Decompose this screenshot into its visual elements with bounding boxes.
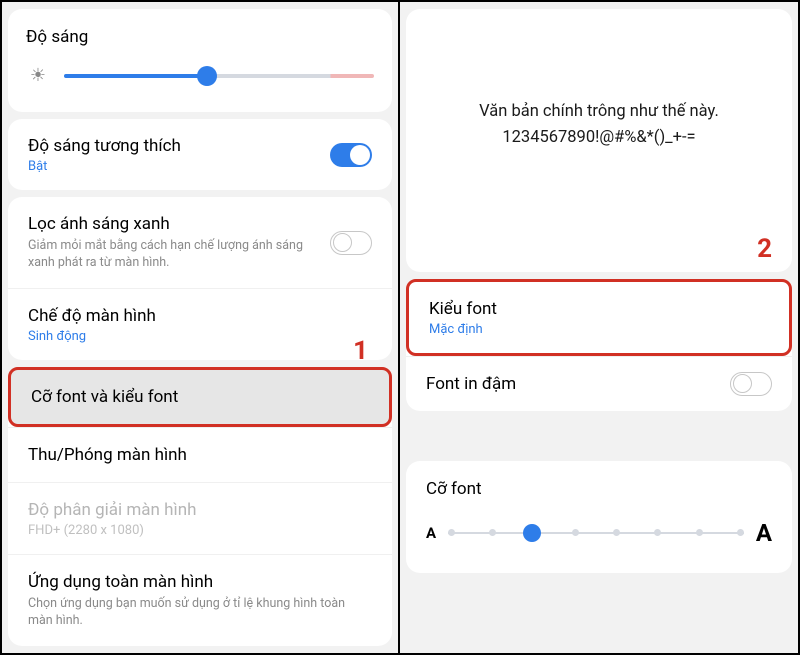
step-2-label: 2: [757, 234, 772, 264]
bold-toggle[interactable]: [730, 372, 772, 396]
adaptive-sub: Bật: [28, 159, 312, 174]
fullscreen-title: Ứng dụng toàn màn hình: [28, 571, 372, 593]
step-1-label: 1: [353, 336, 368, 366]
preview-line2: 1234567890!@#%&*()_+-=: [424, 125, 774, 151]
font-size-style-title: Cỡ font và kiểu font: [31, 386, 369, 408]
blue-light-row[interactable]: Lọc ánh sáng xanh Giảm mỏi mắt bằng cách…: [8, 197, 392, 288]
brightness-thumb[interactable]: [197, 66, 217, 86]
preview-line1: Văn bản chính trông như thế này.: [424, 99, 774, 125]
blue-light-toggle[interactable]: [330, 231, 372, 255]
font-size-thumb[interactable]: [523, 524, 541, 542]
screen-zoom-title: Thu/Phóng màn hình: [28, 444, 372, 466]
font-size-large-icon: A: [756, 519, 772, 547]
blue-light-title: Lọc ánh sáng xanh: [28, 213, 312, 235]
brightness-slider[interactable]: [64, 74, 374, 78]
display-settings-panel: Độ sáng ☀ Độ sáng tương thích Bật Lọc án…: [2, 2, 400, 653]
screen-mode-title: Chế độ màn hình: [28, 305, 372, 327]
font-size-title: Cỡ font: [426, 479, 772, 499]
font-settings-panel: Văn bản chính trông như thế này. 1234567…: [400, 2, 798, 653]
fullscreen-apps-row[interactable]: Ứng dụng toàn màn hình Chọn ứng dụng bạn…: [8, 554, 392, 646]
font-size-style-row[interactable]: Cỡ font và kiểu font: [8, 367, 392, 427]
brightness-title: Độ sáng: [26, 19, 374, 47]
font-style-title: Kiểu font: [429, 298, 769, 320]
font-size-slider[interactable]: [448, 532, 744, 534]
font-preview: Văn bản chính trông như thế này. 1234567…: [406, 9, 792, 272]
font-size-section: Cỡ font A A: [406, 461, 792, 573]
screen-zoom-row[interactable]: Thu/Phóng màn hình: [8, 427, 392, 482]
adaptive-title: Độ sáng tương thích: [28, 135, 312, 157]
resolution-sub: FHD+ (2280 x 1080): [28, 523, 372, 538]
adaptive-toggle[interactable]: [330, 143, 372, 167]
font-size-small-icon: A: [426, 524, 436, 542]
screen-mode-sub: Sinh động: [28, 329, 372, 344]
sun-icon: ☀: [26, 65, 50, 86]
font-style-sub: Mặc định: [429, 322, 769, 337]
fullscreen-desc: Chọn ứng dụng bạn muốn sử dụng ở tỉ lệ k…: [28, 596, 372, 630]
font-style-row[interactable]: Kiểu font Mặc định: [406, 279, 792, 356]
bold-font-title: Font in đậm: [426, 373, 712, 395]
brightness-section: Độ sáng ☀: [8, 9, 392, 112]
bold-font-row[interactable]: Font in đậm: [406, 356, 792, 411]
resolution-title: Độ phân giải màn hình: [28, 499, 372, 521]
blue-light-desc: Giảm mỏi mắt bằng cách hạn chế lượng ánh…: [28, 238, 312, 272]
resolution-row: Độ phân giải màn hình FHD+ (2280 x 1080): [8, 482, 392, 554]
adaptive-brightness-row[interactable]: Độ sáng tương thích Bật: [8, 119, 392, 190]
screen-mode-row[interactable]: Chế độ màn hình Sinh động 1: [8, 288, 392, 360]
